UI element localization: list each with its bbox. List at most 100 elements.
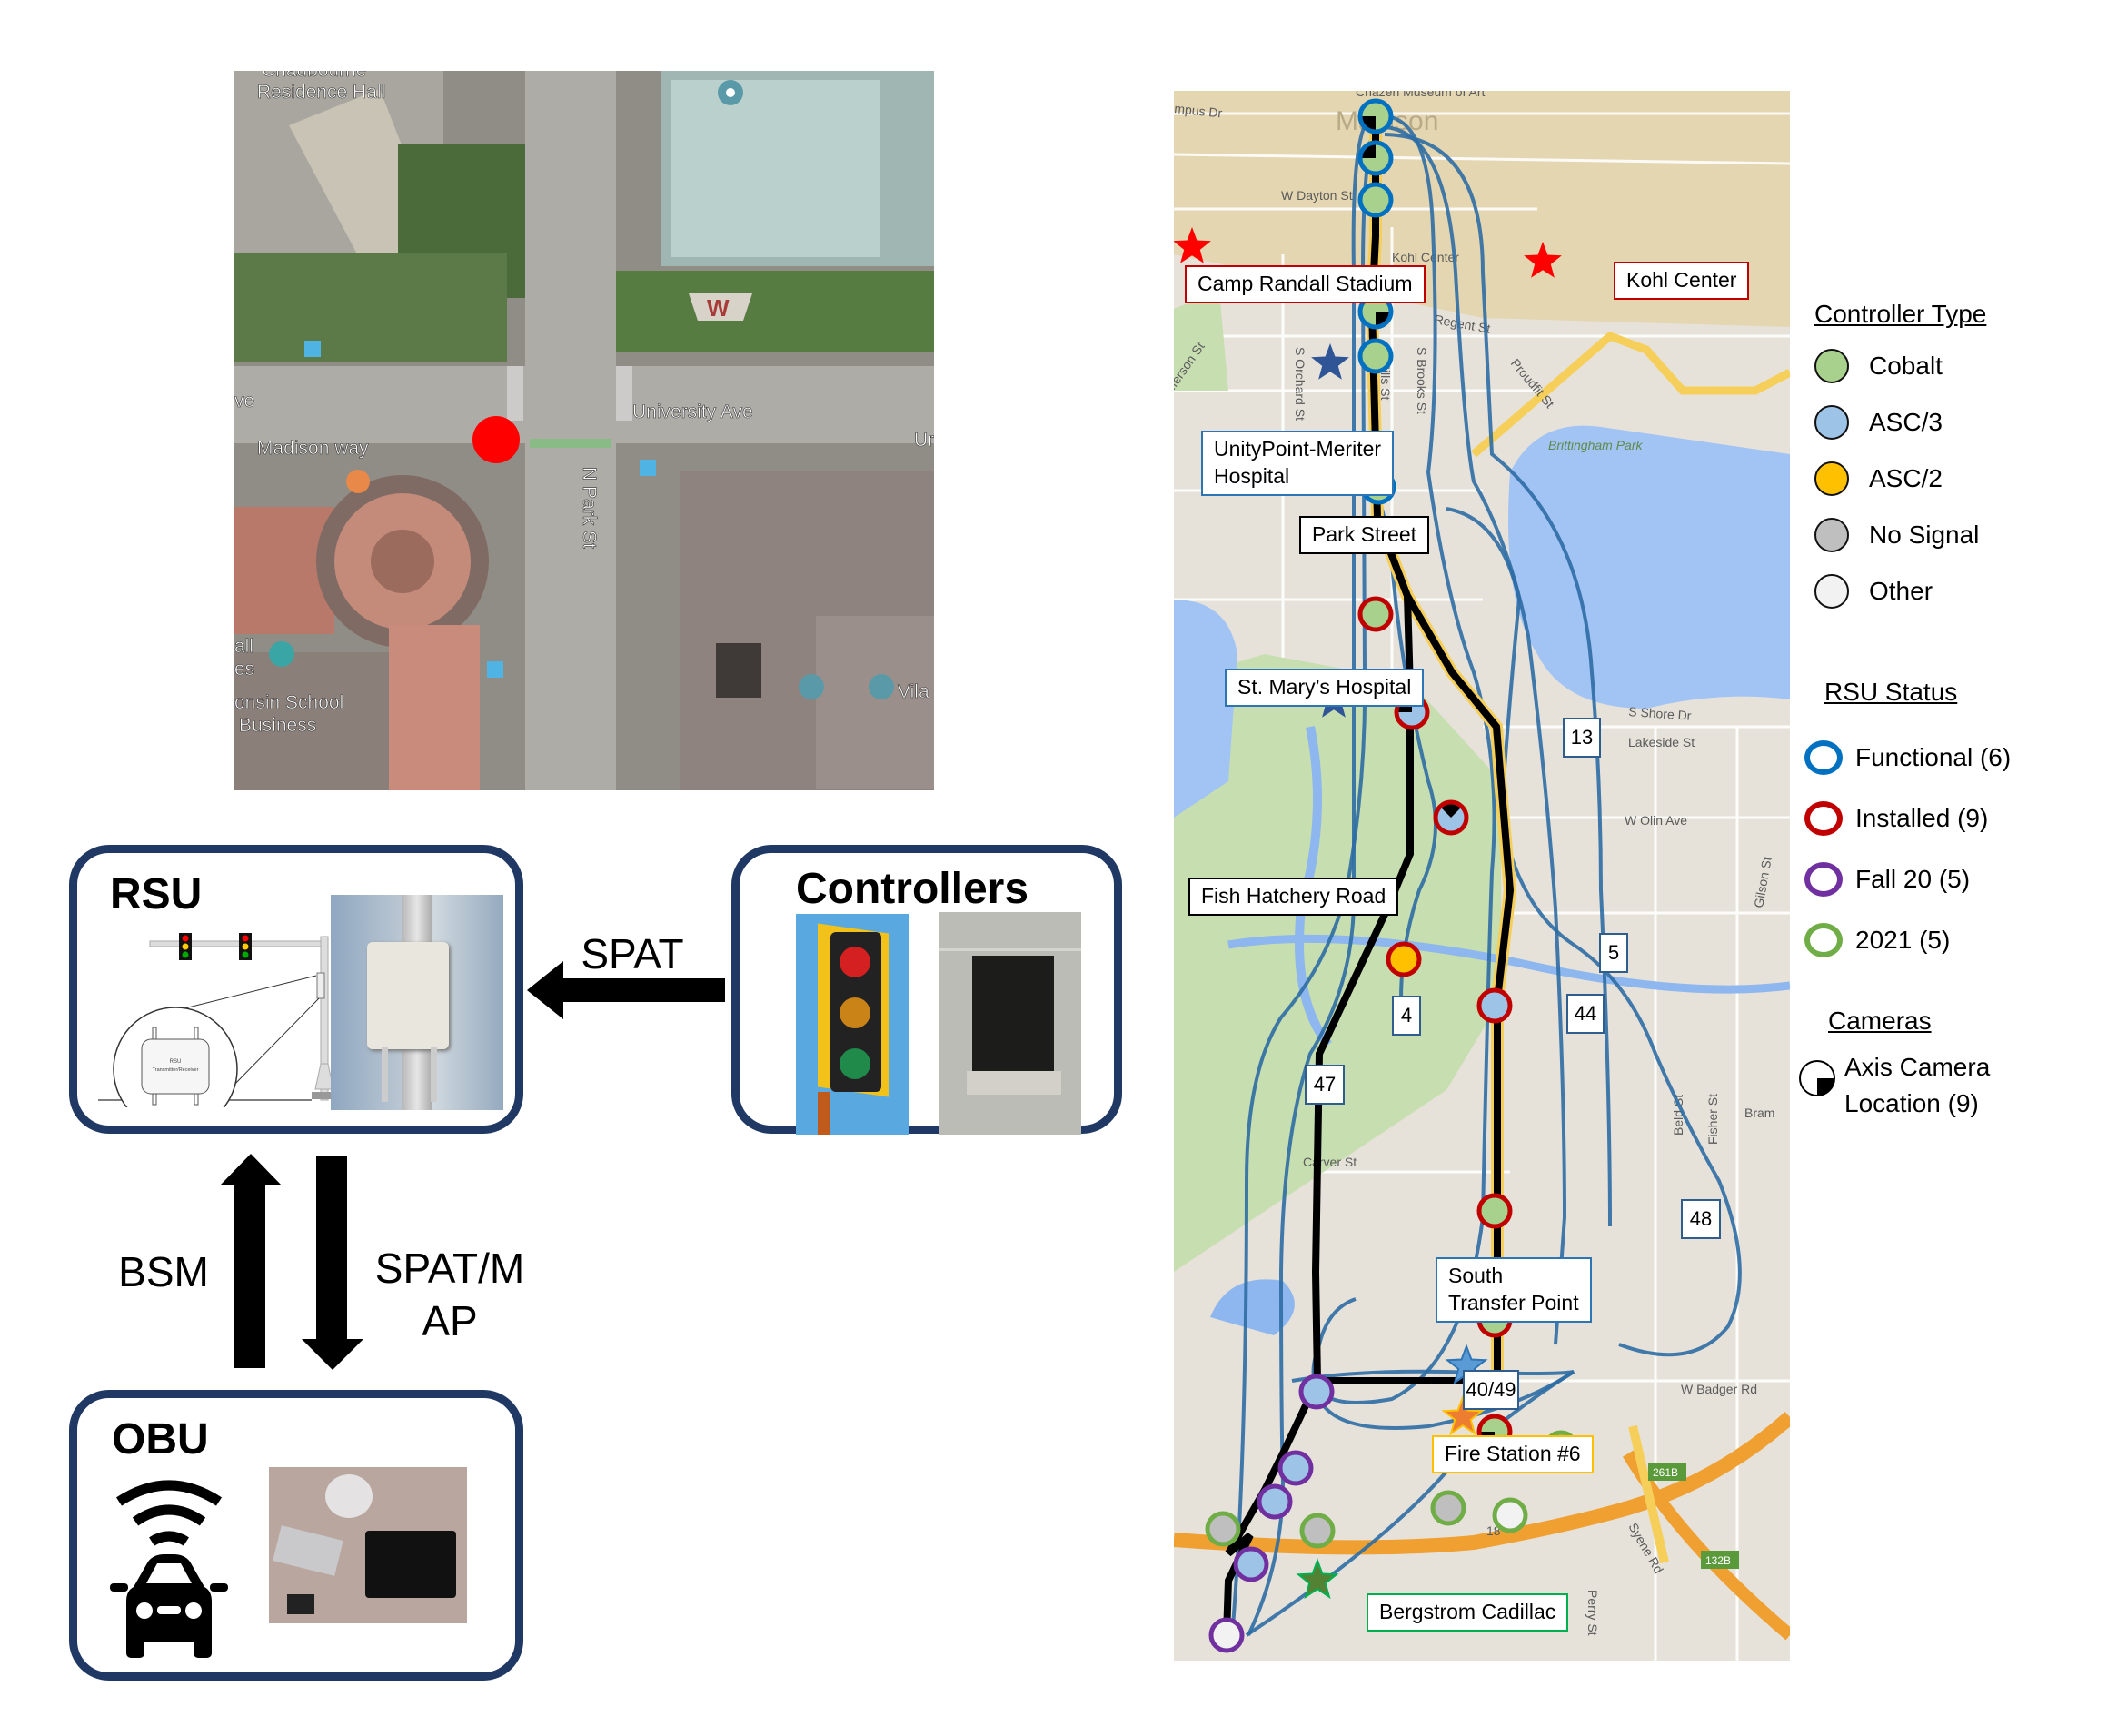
label-business: Business — [239, 715, 316, 736]
rsu-node-other-2021 — [1492, 1497, 1528, 1533]
rsu-diagram-label: RSU — [170, 1059, 182, 1065]
park-label-brittingham: Brittingham Park — [1548, 438, 1643, 452]
map-pin-icon — [718, 80, 743, 105]
legend-rsu-status-title: RSU Status — [1824, 678, 1958, 706]
place-label-fire-station: Fire Station #6 — [1432, 1435, 1594, 1473]
route-label-5: 5 — [1599, 933, 1628, 973]
place-label-camp-randall: Camp Randall Stadium — [1185, 265, 1426, 303]
legend-status-installed-9-: Installed (9) — [1804, 788, 2011, 848]
bus-stop-icon — [487, 661, 503, 678]
rsu-node-asc-3-fall-20 — [1277, 1450, 1314, 1486]
legend-label: ASC/3 — [1869, 408, 1943, 436]
label-n-park-st: N Park St — [579, 467, 600, 549]
legend-label: Other — [1869, 577, 1933, 605]
rsu-node-no-signal-2021 — [1430, 1490, 1466, 1526]
route-label-40-49: 40/49 — [1463, 1370, 1519, 1410]
street-label-perry: Perry St — [1585, 1590, 1600, 1636]
legend-rsu-status: RSU Status — [1824, 678, 1957, 716]
legend-controller-type: Controller Type Cobalt ASC/3 ASC/2 No Signa… — [1814, 300, 1986, 620]
bsm-up-arrow-icon — [220, 1154, 282, 1368]
label-un-right: Ur — [914, 430, 934, 451]
bus-stop-icon — [304, 341, 321, 357]
rsu-diagram-sublabel: Transmitter/Receiver — [153, 1067, 199, 1073]
legend-swatch-icon — [1814, 461, 1849, 496]
rsu-node-cobalt-functional — [1357, 338, 1394, 374]
spat-map-down-arrow-icon — [302, 1156, 363, 1370]
school-pin-icon — [799, 674, 824, 699]
legend-controller-asc-2: ASC/2 — [1814, 451, 1986, 507]
legend-swatch-icon — [1814, 518, 1849, 552]
legend-rsu-status-items: Functional (6) Installed (9) Fall 20 (5) 20… — [1804, 727, 2011, 970]
legend-status-2021-5-: 2021 (5) — [1804, 909, 2011, 970]
traffic-signal-photo — [796, 914, 909, 1135]
rsu-device-photo — [331, 895, 503, 1110]
legend-label: Fall 20 (5) — [1855, 864, 1971, 893]
w-logo: W — [707, 294, 730, 322]
rsu-node-other-fall-20 — [1208, 1617, 1245, 1653]
legend-label: Cobalt — [1869, 352, 1943, 380]
rsu-node-cobalt-functional — [1357, 182, 1394, 218]
place-label-unitypoint: UnityPoint-Meriter Hospital — [1201, 431, 1395, 496]
legend-status-functional-6-: Functional (6) — [1804, 727, 2011, 788]
bus-stop-icon — [640, 460, 656, 476]
legend-controller-no-signal: No Signal — [1814, 507, 1986, 563]
legend-controller-type-title: Controller Type — [1814, 300, 1987, 328]
legend-label: ASC/2 — [1869, 464, 1943, 492]
obu-box: OBU — [69, 1390, 523, 1681]
restaurant-pin-icon — [346, 470, 370, 493]
legend-swatch-icon — [1814, 349, 1849, 383]
legend-ring-icon — [1804, 739, 1843, 775]
rsu-location-marker — [472, 416, 520, 463]
street-label-orchard: S Orchard St — [1293, 347, 1307, 421]
rsu-node-asc-3-fall-20 — [1233, 1546, 1269, 1582]
legend-cameras-title: Cameras — [1828, 1007, 1932, 1035]
label-university-ave: University Ave — [632, 402, 753, 422]
legend-swatch-icon — [1814, 405, 1849, 440]
rsu-node-asc-3-fall-20 — [1298, 1374, 1335, 1410]
street-label-fisher: Fisher St — [1705, 1094, 1720, 1145]
place-label-south-transfer: South Transfer Point — [1436, 1257, 1592, 1323]
legend-label: 2021 (5) — [1855, 925, 1951, 954]
legend-controller-other: Other — [1814, 563, 1986, 620]
label-ave-left: ve — [234, 391, 254, 412]
legend-cameras-line1: Axis Camera — [1844, 1053, 1991, 1081]
exit-sign-261b: 261B — [1653, 1466, 1678, 1479]
legend-ring-icon — [1804, 861, 1843, 897]
legend-controller-asc-3: ASC/3 — [1814, 394, 1986, 451]
legend-label: Functional (6) — [1855, 742, 2012, 771]
label-vila: Vila — [898, 681, 929, 702]
rsu-node-asc-3-fall-20 — [1257, 1483, 1293, 1520]
label-school: onsin School — [234, 692, 343, 713]
obu-device-photo — [269, 1467, 467, 1623]
spat-map-label-line2: AP — [422, 1296, 478, 1344]
street-label-chazen: Chazen Museum of Art — [1356, 91, 1486, 99]
place-label-st-marys: St. Mary’s Hospital — [1225, 669, 1425, 707]
label-residence-hall: Residence Hall — [257, 82, 385, 103]
legend-cameras-line2: Location (9) — [1844, 1089, 1979, 1117]
controllers-box: Controllers — [731, 845, 1122, 1135]
place-label-kohl-center: Kohl Center — [1614, 262, 1750, 300]
rsu-node-cobalt-functional — [1357, 140, 1394, 176]
rsu-node-cobalt-installed — [1357, 596, 1394, 632]
route-map: Chazen Museum of Art mpus Dr Madison W D… — [1174, 91, 1790, 1661]
street-label-dayton: W Dayton St — [1281, 188, 1353, 203]
street-label-badger: W Badger Rd — [1681, 1382, 1757, 1396]
route-label-13: 13 — [1563, 718, 1601, 758]
route-label-44: 44 — [1566, 994, 1605, 1034]
traffic-light-icon — [239, 933, 252, 960]
rsu-node-asc-3-installed — [1433, 799, 1469, 836]
spat-map-label: SPAT/M AP — [373, 1243, 527, 1347]
legend-ring-icon — [1804, 922, 1843, 957]
legend-controller-cobalt: Cobalt — [1814, 338, 1986, 394]
rsu-node-cobalt-installed — [1476, 1193, 1513, 1229]
label-madison-way: Madison way — [257, 438, 369, 459]
connected-car-icon — [110, 1480, 228, 1658]
street-label-brooks: S Brooks St — [1415, 347, 1429, 414]
school-pin-icon — [869, 674, 894, 699]
exit-sign-132b: 132B — [1705, 1554, 1731, 1567]
bsm-label: BSM — [118, 1248, 209, 1295]
legend-label: No Signal — [1869, 521, 1980, 549]
street-label-kohl: Kohl Center — [1392, 250, 1459, 264]
legend-swatch-icon — [1814, 574, 1849, 609]
rsu-box: RSU RSU Transmitter/Receiver — [69, 845, 523, 1134]
